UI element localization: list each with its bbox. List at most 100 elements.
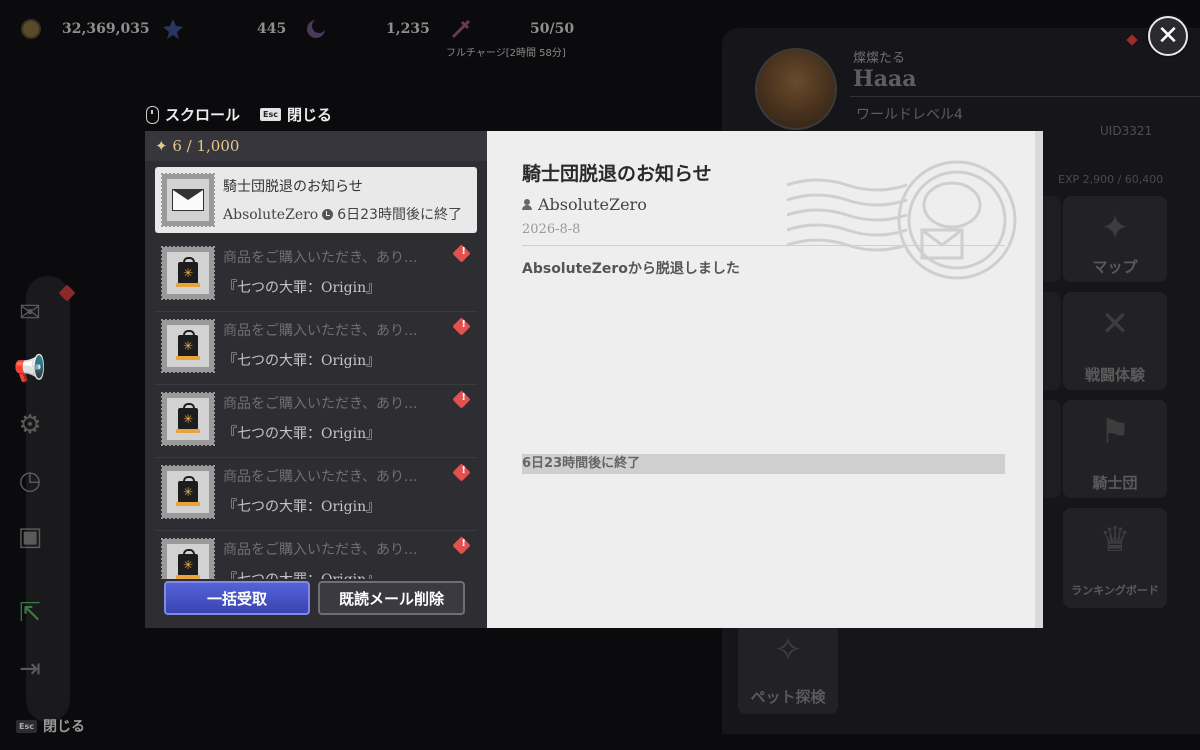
mail-detail-sender: AbsoluteZero xyxy=(538,195,647,214)
menu-tile-ranking[interactable]: ♛ ランキングボード xyxy=(1063,508,1167,608)
shopping-bag-icon: ✳ xyxy=(176,403,200,433)
shopping-bag-icon: ✳ xyxy=(176,476,200,506)
mail-item[interactable]: ✳ 商品をご購入いただき、あり... 『七つの大罪：Origin』 ! xyxy=(155,458,477,531)
mail-title: 商品をご購入いただき、あり... xyxy=(223,396,418,412)
settings-gear-icon[interactable]: ⚙ xyxy=(13,408,47,442)
mailbox-modal: ✦ 6 / 1,000 騎士団脱退のお知らせ AbsoluteZero 6日23時… xyxy=(145,131,1043,628)
unread-alert-icon: ! xyxy=(452,536,471,555)
shopping-bag-icon: ✳ xyxy=(176,549,200,579)
stamina-recharge-text: フルチャージ[2時間 58分] xyxy=(446,48,566,59)
close-hint[interactable]: Esc 閉じる xyxy=(260,104,332,125)
divider xyxy=(522,245,1005,246)
postmark-stamp-icon xyxy=(787,160,1017,280)
menu-tile-knights[interactable]: ⚑ 騎士団 xyxy=(1063,400,1167,498)
graduation-cap-icon: ✕ xyxy=(1100,304,1130,344)
claim-all-button[interactable]: 一括受取 xyxy=(164,581,310,615)
mail-sender: 『七つの大罪：Origin』 xyxy=(223,280,381,296)
menu-tile-label: 戦闘体験 xyxy=(1084,366,1145,384)
mail-detail-sender-line: AbsoluteZero xyxy=(522,195,647,214)
mail-detail-panel: 騎士団脱退のお知らせ AbsoluteZero 2026-8-8 Absolut… xyxy=(487,131,1043,628)
stamp-frame: ✳ xyxy=(161,392,215,446)
menu-tile-label: ペット探検 xyxy=(750,688,826,706)
bottom-close-hint[interactable]: Esc 閉じる xyxy=(16,716,85,736)
esc-key: Esc xyxy=(260,108,281,121)
mail-title: 商品をご購入いただき、あり... xyxy=(223,250,418,266)
stamina-icon xyxy=(448,16,474,42)
mail-sender: 『七つの大罪：Origin』 xyxy=(223,353,381,369)
mail-detail-title: 騎士団脱退のお知らせ xyxy=(522,163,712,185)
mail-icon[interactable]: ✉ xyxy=(13,296,47,330)
mail-item-selected[interactable]: 騎士団脱退のお知らせ AbsoluteZero 6日23時間後に終了 xyxy=(155,167,477,233)
megaphone-icon[interactable]: 📢 xyxy=(13,352,47,386)
player-exp: EXP 2,900 / 60,400 xyxy=(1058,173,1164,186)
mail-title: 商品をご購入いただき、あり... xyxy=(223,469,418,485)
map-icon: ✦ xyxy=(1100,208,1130,248)
scroll-hint: スクロール xyxy=(146,104,240,125)
scroll-label: スクロール xyxy=(165,106,241,124)
control-hints: スクロール Esc 閉じる xyxy=(146,104,352,125)
mail-sender: 『七つの大罪：Origin』 xyxy=(223,569,380,579)
mail-detail-date: 2026-8-8 xyxy=(522,222,581,237)
esc-key: Esc xyxy=(16,719,37,733)
shopping-bag-icon: ✳ xyxy=(176,330,200,360)
unread-alert-icon: ! xyxy=(452,463,471,482)
compass-paw-icon: ✧ xyxy=(773,630,803,670)
envelope-icon xyxy=(172,189,204,211)
player-avatar[interactable] xyxy=(755,48,837,130)
mail-detail-body: AbsoluteZeroから脱退しました xyxy=(522,261,740,277)
shopping-bag-icon: ✳ xyxy=(176,257,200,287)
camera-icon[interactable]: ▣ xyxy=(13,520,47,554)
gold-coin-icon xyxy=(18,16,44,42)
delete-read-mail-button[interactable]: 既読メール削除 xyxy=(318,581,465,615)
stamp-frame: ✳ xyxy=(161,538,215,579)
unread-alert-icon: ! xyxy=(452,244,471,263)
mail-sender: 『七つの大罪：Origin』 xyxy=(223,426,381,442)
player-uid: UID3321 xyxy=(1100,124,1153,138)
mail-sender: 『七つの大罪：Origin』 xyxy=(223,499,381,515)
mail-list-panel: ✦ 6 / 1,000 騎士団脱退のお知らせ AbsoluteZero 6日23時… xyxy=(145,131,487,628)
moon-icon xyxy=(303,16,329,42)
unread-alert-icon: ! xyxy=(452,390,471,409)
crown-icon: ♛ xyxy=(1099,520,1131,560)
gem-amount: 445 xyxy=(257,21,287,37)
scrollbar-track[interactable] xyxy=(1035,131,1043,628)
close-label: 閉じる xyxy=(286,106,332,124)
divider xyxy=(850,96,1200,97)
mouse-scroll-icon xyxy=(146,105,159,124)
mail-item[interactable]: ✳ 商品をご購入いただき、あり... 『七つの大罪：Origin』 ! xyxy=(155,531,477,579)
menu-tile-battle[interactable]: ✕ 戦闘体験 xyxy=(1063,292,1167,390)
stamp-frame: ✳ xyxy=(161,246,215,300)
menu-tile-label: マップ xyxy=(1092,258,1138,276)
unread-alert-icon: ! xyxy=(452,317,471,336)
history-clock-icon[interactable]: ◷ xyxy=(13,464,47,498)
mail-sender-line: AbsoluteZero 6日23時間後に終了 xyxy=(223,204,462,224)
mail-detail-expire: 6日23時間後に終了 xyxy=(522,454,1005,474)
mail-title: 商品をご購入いただき、あり... xyxy=(223,323,418,339)
close-label: 閉じる xyxy=(42,719,85,735)
logout-icon[interactable]: ⇥ xyxy=(13,652,47,686)
menu-tile-label: 騎士団 xyxy=(1092,474,1138,492)
stamp-frame: ✳ xyxy=(161,319,215,373)
mail-expire: 6日23時間後に終了 xyxy=(337,207,462,223)
menu-tile-label: ランキングボード xyxy=(1071,584,1159,597)
world-level: ワールドレベル4 xyxy=(856,107,963,123)
mail-item[interactable]: ✳ 商品をご購入いただき、あり... 『七つの大罪：Origin』 ! xyxy=(155,385,477,458)
player-name: Haaa xyxy=(853,66,917,92)
player-title: 燦燦たる xyxy=(853,51,906,66)
clock-icon xyxy=(322,209,334,220)
mail-item[interactable]: ✳ 商品をご購入いただき、あり... 『七つの大罪：Origin』 ! xyxy=(155,239,477,312)
mail-count: ✦ 6 / 1,000 xyxy=(145,131,487,161)
mail-title: 騎士団脱退のお知らせ xyxy=(223,179,363,195)
person-icon xyxy=(522,199,532,210)
menu-tile-pet[interactable]: ✧ ペット探検 xyxy=(738,618,838,714)
stamp-frame xyxy=(161,173,215,227)
banner-icon: ⚑ xyxy=(1099,412,1131,452)
mail-item[interactable]: ✳ 商品をご購入いただき、あり... 『七つの大罪：Origin』 ! xyxy=(155,312,477,385)
mail-list[interactable]: 騎士団脱退のお知らせ AbsoluteZero 6日23時間後に終了 ✳ 商品をご… xyxy=(155,167,477,579)
moon-amount: 1,235 xyxy=(386,21,430,37)
exit-running-icon[interactable]: ⇱ xyxy=(13,596,47,630)
gold-amount: 32,369,035 xyxy=(62,21,150,37)
menu-tile-map[interactable]: ✦ マップ xyxy=(1063,196,1167,282)
gem-star-icon xyxy=(160,16,186,42)
close-icon[interactable]: ✕ xyxy=(1148,16,1188,56)
